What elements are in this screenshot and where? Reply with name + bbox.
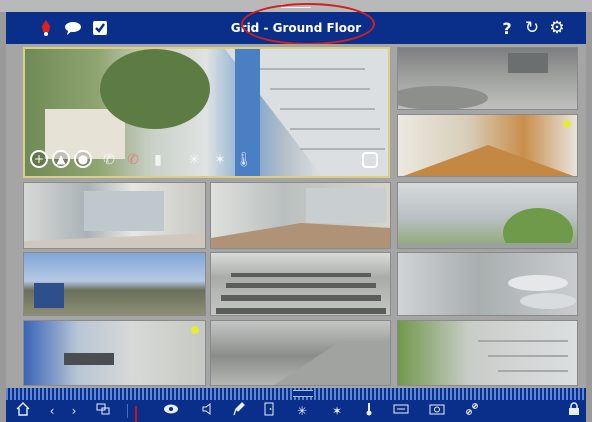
back-icon[interactable]: ‹ (43, 402, 61, 420)
camera-parking-lot-top[interactable] (397, 47, 578, 110)
bottom-toolbar: ‹ › ✳ ✶ (6, 400, 586, 422)
call-end-icon[interactable]: ✆ (124, 152, 142, 170)
light-dim-icon[interactable]: ✶ (211, 152, 229, 170)
grid-scrollbar[interactable] (6, 388, 586, 400)
door-icon[interactable]: ▮ (149, 152, 167, 170)
gear-icon[interactable]: ⚙ (547, 18, 567, 38)
checkbox-icon[interactable] (90, 18, 110, 38)
snapshot-button[interactable]: ● (74, 150, 92, 168)
layout-icon[interactable] (94, 402, 112, 420)
alarm-bell-icon[interactable] (36, 18, 56, 38)
toolbar-separator (127, 404, 128, 418)
forward-icon[interactable]: › (65, 402, 83, 420)
camera-grid: + ▲ ● ✆ ✆ ▮ ✳ ✶ 🌡 (6, 44, 586, 388)
door-icon[interactable] (260, 402, 278, 420)
home-icon[interactable] (14, 402, 32, 420)
camera-entrance-path[interactable] (210, 320, 391, 386)
camera-main-entrance-stairs[interactable]: + ▲ ● ✆ ✆ ▮ ✳ ✶ 🌡 (23, 47, 390, 178)
camera-lobby-hall[interactable] (397, 114, 578, 177)
thermometer-icon[interactable] (360, 402, 378, 420)
status-dot (191, 326, 199, 334)
fullscreen-button[interactable] (362, 152, 378, 168)
camera-panorama-sky[interactable] (23, 252, 206, 316)
microphone-icon[interactable] (230, 402, 248, 420)
chat-icon[interactable] (63, 18, 83, 38)
light-icon[interactable]: ✳ (185, 152, 203, 170)
camera-lounge-blue[interactable] (23, 320, 206, 386)
camera-dome-icon[interactable] (162, 402, 180, 420)
link-icon[interactable] (463, 402, 481, 420)
speaker-icon[interactable] (199, 402, 217, 420)
ticket-icon[interactable] (392, 402, 410, 420)
help-icon[interactable]: ? (497, 18, 517, 38)
camera-corridor-windows-1[interactable] (23, 182, 206, 249)
image-mode-button[interactable]: ▲ (52, 150, 70, 168)
camera-stairs-outside[interactable] (397, 320, 578, 386)
call-accept-icon[interactable]: ✆ (100, 152, 118, 170)
lock-icon[interactable] (565, 402, 583, 420)
zoom-in-button[interactable]: + (30, 150, 48, 168)
camera-lecture-hall[interactable] (210, 252, 391, 316)
camera-corridor-windows-2[interactable] (210, 182, 391, 249)
camera-courtyard-tree[interactable] (397, 182, 578, 249)
refresh-icon[interactable]: ↻ (522, 18, 542, 38)
light-off-icon[interactable]: ✶ (328, 402, 346, 420)
light-on-icon[interactable]: ✳ (293, 402, 311, 420)
snapshot-icon[interactable] (428, 402, 446, 420)
scroll-handle[interactable] (293, 390, 313, 397)
pointer-marker (135, 406, 137, 422)
highlight-ring (241, 3, 375, 45)
temperature-icon[interactable]: 🌡 (235, 152, 253, 170)
camera-parking-cars[interactable] (397, 252, 578, 316)
status-dot (563, 120, 571, 128)
